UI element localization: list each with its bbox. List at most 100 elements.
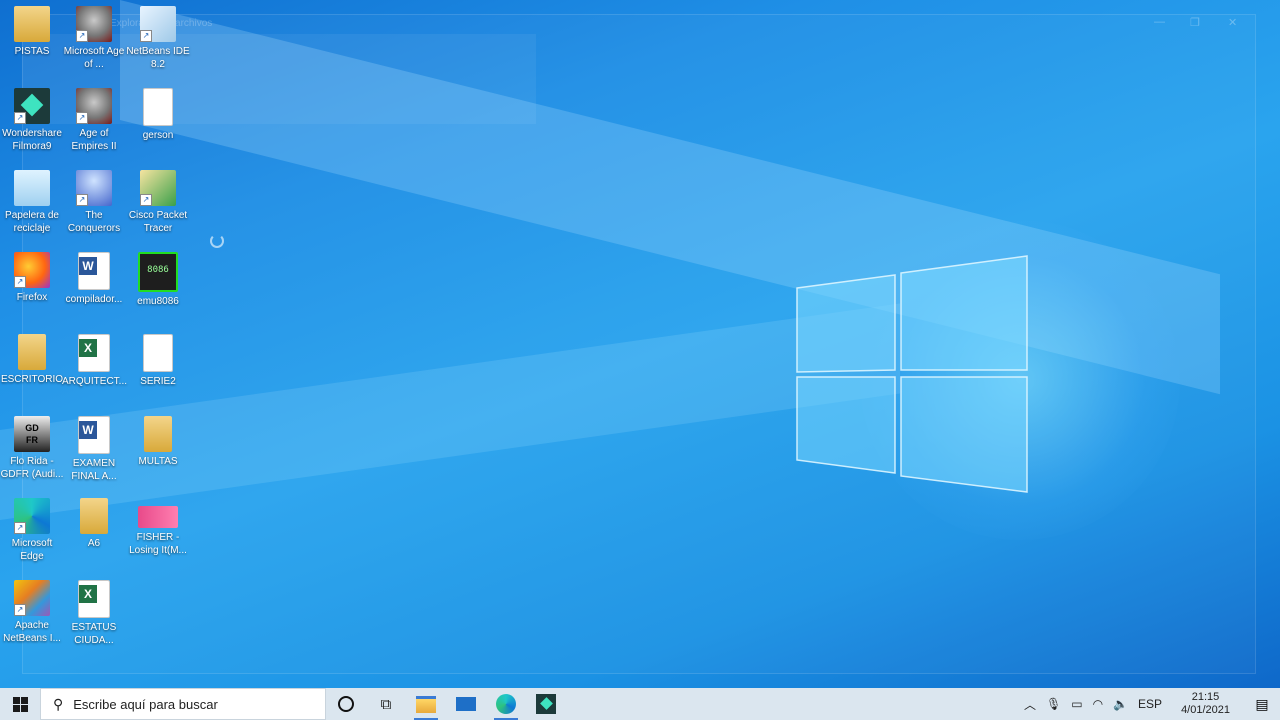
- apache-netbeans-icon: ↗: [14, 580, 50, 616]
- filmora-icon: [536, 694, 556, 714]
- desktop-icon-recycle-bin[interactable]: Papelera de reciclaje: [0, 166, 64, 246]
- desktop-icon-gerson[interactable]: gerson: [126, 84, 190, 164]
- desktop-icon-arquitect[interactable]: ARQUITECT...: [62, 330, 128, 410]
- desktop-icon-label: PISTAS: [14, 46, 50, 57]
- mail-icon: [456, 697, 476, 711]
- clock-date: 4/01/2021: [1181, 704, 1230, 716]
- desktop-icon-label: Microsoft Edge: [11, 538, 53, 562]
- taskbar-file-explorer[interactable]: [406, 688, 446, 720]
- busy-cursor-icon: [210, 234, 224, 248]
- battery-icon[interactable]: ▭: [1066, 697, 1087, 711]
- taskbar-mail[interactable]: [446, 688, 486, 720]
- folder-icon: [80, 498, 108, 534]
- desktop-icon-label: NetBeans IDE 8.2: [126, 46, 190, 70]
- desktop-icon-estatus-ciuda[interactable]: ESTATUS CIUDA...: [62, 576, 126, 656]
- desktop-icon-fisher-losing-it[interactable]: FISHER - Losing It(M...: [126, 494, 190, 574]
- desktop-icon-escritorio[interactable]: ESCRITORIO: [0, 330, 64, 410]
- task-view-icon: ⧉: [380, 695, 392, 713]
- firefox-icon: ↗: [14, 252, 50, 288]
- album-art-icon: GD FR: [14, 416, 50, 452]
- desktop-icon-a6[interactable]: A6: [62, 494, 126, 574]
- filmora-icon: ↗: [14, 88, 50, 124]
- edge-icon: ↗: [14, 498, 50, 534]
- search-icon: ⚲: [53, 695, 64, 712]
- start-button[interactable]: [0, 688, 40, 720]
- netbeans-cube-icon: ↗: [140, 6, 176, 42]
- notification-center-button[interactable]: ▤: [1244, 688, 1280, 720]
- desktop-icon-filmora[interactable]: ↗ Wondershare Filmora9: [0, 84, 64, 164]
- taskbar-filmora[interactable]: [526, 688, 566, 720]
- desktop-icon-examen-final[interactable]: EXAMEN FINAL A...: [62, 412, 126, 492]
- desktop-icon-cisco-packet-tracer[interactable]: ↗ Cisco Packet Tracer: [126, 166, 190, 246]
- desktop-icon-label: SERIE2: [140, 376, 176, 387]
- task-view-button[interactable]: ⧉: [366, 688, 406, 720]
- folder-icon: [18, 334, 46, 370]
- excel-doc-icon: [78, 580, 110, 618]
- video-thumbnail-icon: [138, 506, 178, 528]
- desktop-icon-label: MULTAS: [138, 456, 178, 467]
- taskbar-search-box[interactable]: ⚲ Escribe aquí para buscar: [40, 688, 326, 720]
- cisco-packet-tracer-icon: ↗: [140, 170, 176, 206]
- taskbar: ⚲ Escribe aquí para buscar ⧉ ︿ 🎙 ▭ ◠ 🔈 E…: [0, 688, 1280, 720]
- recycle-bin-icon: [14, 170, 50, 206]
- desktop-icon-label: Microsoft Age of ...: [63, 46, 125, 70]
- desktop-icon-label: A6: [87, 538, 101, 549]
- folder-icon: [144, 416, 172, 452]
- desktop-icon-label: Papelera de reciclaje: [5, 210, 59, 234]
- cortana-icon: [338, 696, 354, 712]
- desktop-icon-label: gerson: [142, 130, 174, 141]
- input-language[interactable]: ESP: [1133, 697, 1167, 711]
- conquerors-icon: ↗: [76, 170, 112, 206]
- desktop-icon-label: Flo Rida - GDFR (Audi...: [0, 456, 64, 480]
- folder-icon: [14, 6, 50, 42]
- desktop-icon-emu8086[interactable]: 8086 emu8086: [126, 248, 190, 328]
- desktop-icon-label: ESCRITORIO: [0, 374, 64, 385]
- windows-start-icon: [12, 696, 28, 712]
- desktop-icon-label: FISHER - Losing It(M...: [129, 532, 187, 556]
- desktop-icon-multas[interactable]: MULTAS: [126, 412, 190, 492]
- desktop-icon-age-of-empires-ii[interactable]: ↗ Age of Empires II: [62, 84, 126, 164]
- desktop-icon-label: emu8086: [137, 296, 179, 307]
- excel-doc-icon: [78, 334, 110, 372]
- close-button[interactable]: ✕: [1228, 16, 1237, 29]
- age-of-empires-icon: ↗: [76, 88, 112, 124]
- desktop-icon-label: Wondershare Filmora9: [2, 128, 62, 152]
- desktop-icon-label: Firefox: [16, 292, 48, 303]
- search-placeholder: Escribe aquí para buscar: [73, 696, 218, 712]
- taskbar-clock[interactable]: 21:15 4/01/2021: [1167, 691, 1244, 717]
- maximize-button[interactable]: ❐: [1190, 16, 1200, 29]
- desktop-icon-the-conquerors[interactable]: ↗ The Conquerors: [62, 166, 126, 246]
- desktop-icon-label: ARQUITECT...: [62, 376, 128, 387]
- minimize-button[interactable]: —: [1154, 16, 1165, 28]
- desktop-icon-label: ESTATUS CIUDA...: [71, 622, 117, 646]
- desktop-icon-flo-rida[interactable]: GD FR Flo Rida - GDFR (Audi...: [0, 412, 64, 492]
- notification-icon: ▤: [1255, 695, 1269, 712]
- file-explorer-icon: [416, 695, 436, 713]
- desktop-icon-label: compilador...: [65, 294, 123, 305]
- chevron-up-icon[interactable]: ︿: [1019, 696, 1041, 713]
- desktop-icon-apache-netbeans[interactable]: ↗ Apache NetBeans I...: [0, 576, 64, 656]
- desktop-icon-compilador[interactable]: compilador...: [62, 248, 126, 328]
- volume-icon[interactable]: 🔈: [1108, 697, 1133, 711]
- text-file-icon: [143, 88, 173, 126]
- taskbar-edge[interactable]: [486, 688, 526, 720]
- microphone-icon[interactable]: 🎙: [1041, 697, 1066, 711]
- desktop-icon-label: Age of Empires II: [71, 128, 117, 152]
- age-of-empires-icon: ↗: [76, 6, 112, 42]
- desktop-icon-serie2[interactable]: SERIE2: [126, 330, 190, 410]
- wifi-icon[interactable]: ◠: [1088, 697, 1108, 711]
- desktop-icon-firefox[interactable]: ↗ Firefox: [0, 248, 64, 328]
- desktop-icon-label: Cisco Packet Tracer: [128, 210, 188, 234]
- desktop-icon-label: EXAMEN FINAL A...: [71, 458, 117, 482]
- word-doc-icon: [78, 252, 110, 290]
- word-doc-icon: [78, 416, 110, 454]
- desktop-icon-microsoft-edge[interactable]: ↗ Microsoft Edge: [0, 494, 64, 574]
- desktop-icon-pistas[interactable]: PISTAS: [0, 2, 64, 82]
- edge-icon: [496, 694, 516, 714]
- cortana-button[interactable]: [326, 688, 366, 720]
- desktop-icon-microsoft-age-of[interactable]: ↗ Microsoft Age of ...: [62, 2, 126, 82]
- desktop-icon-netbeans-ide[interactable]: ↗ NetBeans IDE 8.2: [126, 2, 190, 82]
- system-tray: ︿ 🎙 ▭ ◠ 🔈 ESP 21:15 4/01/2021 ▤: [1019, 688, 1280, 720]
- desktop-icon-label: The Conquerors: [67, 210, 121, 234]
- desktop-icon-label: Apache NetBeans I...: [3, 620, 61, 644]
